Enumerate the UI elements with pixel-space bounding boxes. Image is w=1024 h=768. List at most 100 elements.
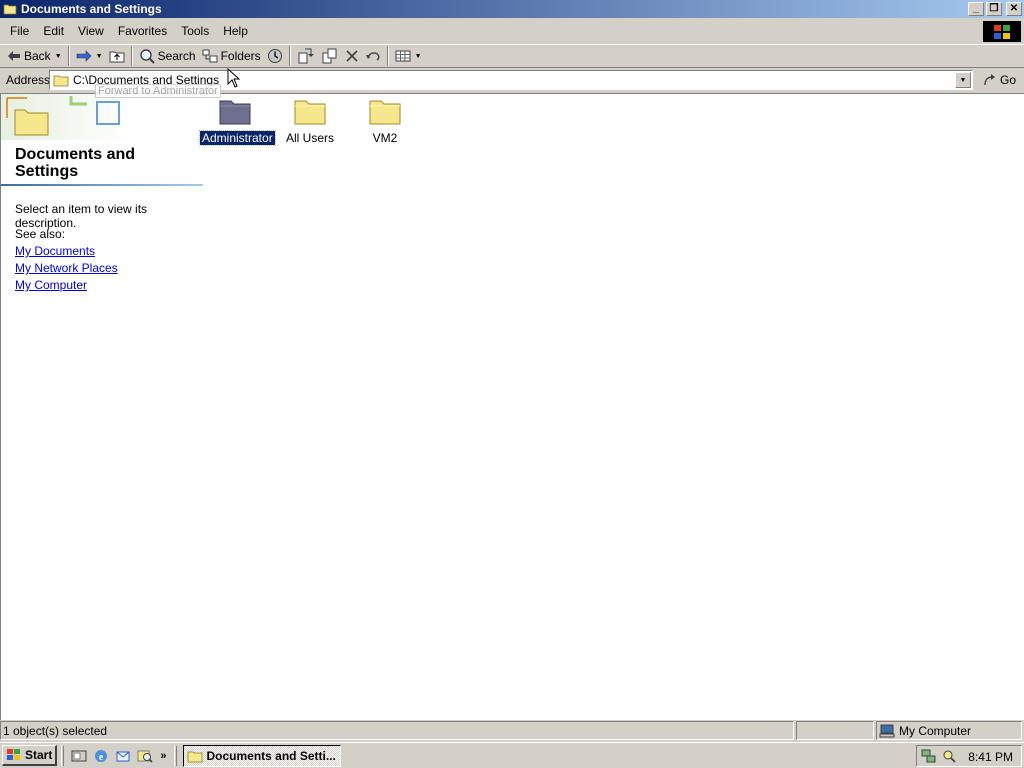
internet-explorer-icon: e: [95, 749, 108, 763]
status-empty-cell: [796, 721, 874, 740]
system-tray: 8:41 PM: [916, 745, 1022, 767]
close-button[interactable]: ✕: [1006, 2, 1022, 16]
folder-label: VM2: [372, 131, 398, 145]
back-label: Back: [24, 49, 51, 63]
search-button[interactable]: Search: [136, 45, 199, 67]
title-divider: [1, 184, 203, 186]
link-my-documents[interactable]: My Documents: [15, 244, 95, 258]
status-zone: My Computer: [876, 721, 1022, 740]
menu-edit[interactable]: Edit: [36, 21, 71, 41]
forward-arrow-icon: [76, 50, 92, 62]
quick-launch-more[interactable]: »: [160, 750, 166, 762]
pane-description: Select an item to view its description.: [15, 202, 148, 230]
menu-file[interactable]: File: [3, 21, 36, 41]
forward-button[interactable]: ▼: [73, 45, 106, 67]
menu-view[interactable]: View: [71, 21, 111, 41]
folders-tree-icon: [202, 49, 218, 63]
windows-flag-icon: [994, 24, 1010, 39]
back-arrow-icon: [8, 51, 20, 61]
undo-button[interactable]: [362, 45, 384, 67]
tooltip: Forward to Administrator: [95, 84, 221, 98]
menu-help[interactable]: Help: [216, 21, 255, 41]
taskbar: Start e » Documents and Setti... 8:41 PM: [0, 742, 1024, 768]
explorer-icon: [137, 750, 153, 763]
delete-x-icon: [346, 50, 358, 62]
show-desktop-icon: [71, 750, 87, 761]
search-label: Search: [157, 49, 196, 63]
standard-toolbar: Back ▼ ▼ Search Folders ▼: [0, 44, 1024, 68]
folder-icon: [3, 4, 17, 15]
go-arrow-icon: [984, 74, 995, 86]
internet-explorer-button[interactable]: e: [90, 745, 112, 767]
forward-dropdown-icon[interactable]: ▼: [96, 53, 103, 60]
views-button[interactable]: ▼: [392, 45, 425, 67]
zone-label: My Computer: [899, 723, 972, 738]
menu-favorites[interactable]: Favorites: [111, 21, 174, 41]
title-bar[interactable]: Documents and Settings _ ❐ ✕: [0, 0, 1024, 18]
delete-button[interactable]: [342, 45, 362, 67]
tray-utility-icon[interactable]: [941, 748, 957, 764]
show-desktop-button[interactable]: [68, 745, 90, 767]
copy-to-button[interactable]: [318, 45, 342, 67]
undo-icon: [365, 52, 380, 61]
taskbar-grip[interactable]: [174, 745, 178, 766]
folder-up-icon: [109, 51, 125, 63]
start-label: Start: [25, 748, 53, 762]
history-button[interactable]: [264, 45, 286, 67]
folder-icon: [188, 751, 203, 762]
taskbar-grip[interactable]: [61, 745, 65, 766]
outlook-express-button[interactable]: [112, 745, 134, 767]
mouse-cursor-icon: [227, 68, 241, 88]
move-to-icon: [298, 48, 314, 64]
folder-icon: [369, 100, 401, 125]
explorer-button[interactable]: [134, 745, 156, 767]
folder-icon: [294, 100, 326, 125]
status-selection: 1 object(s) selected: [0, 721, 794, 740]
folder-item-all-users[interactable]: All Users: [275, 96, 345, 145]
link-my-computer[interactable]: My Computer: [15, 278, 87, 292]
menu-tools[interactable]: Tools: [174, 21, 216, 41]
folder-label: All Users: [285, 131, 334, 145]
menu-bar: File Edit View Favorites Tools Help: [0, 19, 1024, 43]
folder-item-vm2[interactable]: VM2: [350, 96, 420, 145]
address-dropdown-button[interactable]: ▼: [955, 72, 971, 88]
clock[interactable]: 8:41 PM: [968, 750, 1013, 764]
folder-content-area[interactable]: Documents and Settings Select an item to…: [0, 93, 1024, 720]
history-icon: [267, 49, 282, 63]
window-title: Documents and Settings: [21, 2, 162, 16]
task-label: Documents and Setti...: [206, 748, 336, 763]
task-button-documents-and-settings[interactable]: Documents and Setti...: [183, 744, 342, 767]
views-dropdown-icon[interactable]: ▼: [415, 53, 422, 60]
toolbar-separator: [386, 46, 389, 66]
link-my-network-places[interactable]: My Network Places: [15, 261, 118, 275]
windows-logo: [983, 21, 1021, 42]
windows-flag-icon: [7, 749, 20, 760]
address-label: Address: [6, 73, 51, 87]
folder-banner-art: [1, 94, 131, 140]
pane-folder-title: Documents and Settings: [15, 146, 136, 180]
go-label: Go: [1000, 73, 1017, 87]
my-computer-icon: [879, 724, 895, 737]
status-bar: 1 object(s) selected My Computer: [0, 721, 1024, 741]
see-also-label: See also:: [15, 227, 66, 241]
views-grid-icon: [395, 50, 411, 62]
svg-text:e: e: [99, 752, 104, 763]
folder-icon: [53, 75, 69, 87]
toolbar-separator: [67, 46, 70, 66]
network-icon[interactable]: [921, 748, 937, 764]
up-button[interactable]: [106, 45, 128, 67]
folders-button[interactable]: Folders: [199, 45, 264, 67]
toolbar-separator: [288, 46, 291, 66]
go-button[interactable]: Go: [980, 70, 1019, 90]
start-button[interactable]: Start: [2, 745, 58, 766]
folder-icon: [219, 100, 251, 125]
folder-item-administrator[interactable]: Administrator: [199, 96, 276, 146]
move-to-button[interactable]: [294, 45, 318, 67]
web-view-pane: Documents and Settings Select an item to…: [1, 94, 203, 714]
copy-to-icon: [322, 48, 337, 64]
back-button[interactable]: Back ▼: [4, 45, 65, 67]
minimize-button[interactable]: _: [968, 2, 984, 16]
restore-button[interactable]: ❐: [986, 2, 1002, 16]
folders-label: Folders: [220, 49, 261, 63]
back-dropdown-icon[interactable]: ▼: [55, 53, 62, 60]
